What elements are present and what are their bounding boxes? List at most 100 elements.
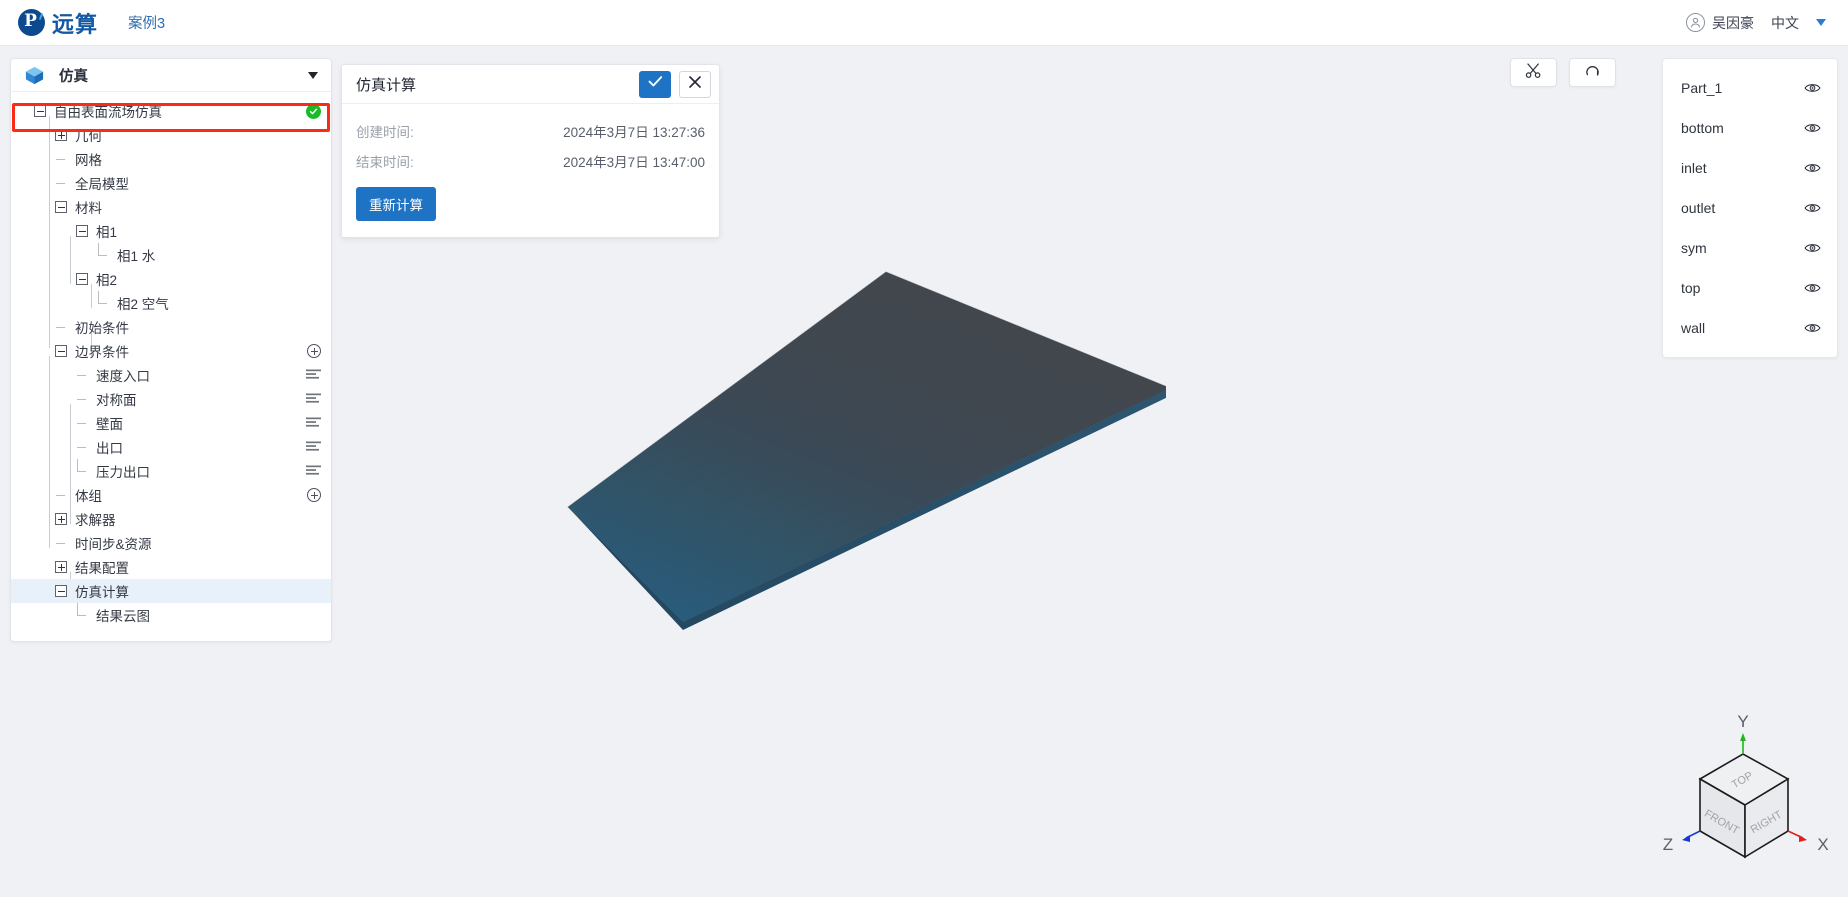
tree-node-phase2[interactable]: 相2: [11, 267, 331, 291]
tree-node-result-contour[interactable]: 结果云图: [11, 603, 331, 627]
tree-node-result-config[interactable]: 结果配置: [11, 555, 331, 579]
boundary-list-button[interactable]: [306, 393, 321, 405]
user-menu[interactable]: 吴因豪: [1686, 13, 1754, 33]
dialog-header-buttons: [639, 70, 711, 98]
tree-node-label: 体组: [75, 489, 102, 504]
language-selector[interactable]: 中文: [1771, 13, 1799, 33]
tree-node-symmetry[interactable]: 对称面: [11, 387, 331, 411]
tree-node-label: 壁面: [96, 417, 123, 432]
tree-node-label: 相1 水: [117, 249, 156, 264]
expand-toggle-icon[interactable]: [55, 513, 67, 525]
eye-icon[interactable]: [1804, 82, 1821, 94]
boundary-list-button[interactable]: [306, 369, 321, 381]
case-name[interactable]: 案例3: [128, 12, 165, 33]
cube-icon: [25, 66, 44, 84]
tree-node-label: 全局模型: [75, 177, 129, 192]
boundary-list-button[interactable]: [306, 417, 321, 429]
tree-node-label: 边界条件: [75, 345, 129, 360]
simulation-model[interactable]: [566, 270, 1166, 635]
recalculate-button[interactable]: 重新计算: [356, 187, 436, 221]
end-time-row: 结束时间: 2024年3月7日 13:47:00: [356, 146, 705, 176]
confirm-button[interactable]: [639, 70, 671, 98]
chevron-down-icon[interactable]: [1816, 19, 1826, 26]
tree-node-simulation-run[interactable]: 仿真计算: [11, 579, 331, 603]
tree-node-volume-group[interactable]: 体组: [11, 483, 331, 507]
expand-toggle-icon[interactable]: [55, 129, 67, 141]
tree-node-outlet[interactable]: 出口: [11, 435, 331, 459]
user-name: 吴因豪: [1712, 14, 1754, 31]
list-lines-icon: [306, 465, 321, 475]
tree-node-label: 速度入口: [96, 369, 150, 384]
collapse-toggle-icon[interactable]: [34, 105, 46, 117]
collapse-toggle-icon[interactable]: [55, 585, 67, 597]
collapse-toggle-icon[interactable]: [55, 201, 67, 213]
simulation-tree-panel: 仿真 自由表面流场仿真 几何 网格 全局模型 材料 相1 相1 水 相2 相2 …: [10, 58, 332, 642]
tree-node-boundary-conditions[interactable]: 边界条件: [11, 339, 331, 363]
list-lines-icon: [306, 441, 321, 451]
tree-node-solver[interactable]: 求解器: [11, 507, 331, 531]
boundary-list-button[interactable]: [306, 465, 321, 477]
tree-connector: [55, 321, 67, 333]
part-row[interactable]: sym: [1663, 228, 1837, 268]
check-icon: [648, 75, 663, 93]
add-boundary-condition-button[interactable]: [307, 344, 321, 358]
collapse-toggle-icon[interactable]: [76, 225, 88, 237]
tree-node-mesh[interactable]: 网格: [11, 147, 331, 171]
add-volume-group-button[interactable]: [307, 488, 321, 502]
boundary-list-button[interactable]: [306, 441, 321, 453]
tree-connector: [97, 243, 109, 261]
eye-icon[interactable]: [1804, 322, 1821, 334]
tree-node-free-surface-sim[interactable]: 自由表面流场仿真: [11, 99, 331, 123]
eye-icon[interactable]: [1804, 282, 1821, 294]
tree-node-pressure-outlet[interactable]: 压力出口: [11, 459, 331, 483]
part-row[interactable]: top: [1663, 268, 1837, 308]
tree-connector: [76, 417, 88, 429]
tree-connector: [55, 177, 67, 189]
part-row[interactable]: wall: [1663, 308, 1837, 348]
tree-node-label: 相1: [96, 225, 118, 240]
tree-node-phase1-water[interactable]: 相1 水: [11, 243, 331, 267]
tree-node-label: 相2 空气: [117, 297, 169, 312]
axis-label-x: X: [1817, 835, 1828, 854]
tree-node-label: 结果云图: [96, 609, 150, 624]
tree-node-material[interactable]: 材料: [11, 195, 331, 219]
tree-node-phase1[interactable]: 相1: [11, 219, 331, 243]
part-name: top: [1681, 280, 1701, 296]
tree-node-wall[interactable]: 壁面: [11, 411, 331, 435]
tree-node-label: 压力出口: [96, 465, 150, 480]
reset-rotate-icon: [1584, 62, 1601, 84]
eye-icon[interactable]: [1804, 122, 1821, 134]
chevron-down-icon[interactable]: [308, 71, 318, 79]
tree-node-phase2-air[interactable]: 相2 空气: [11, 291, 331, 315]
app-header: P 远算 案例3 吴因豪 中文: [0, 0, 1848, 46]
eye-icon[interactable]: [1804, 202, 1821, 214]
close-button[interactable]: [679, 70, 711, 98]
brand-logo[interactable]: P 远算: [18, 7, 98, 39]
close-icon: [688, 75, 702, 94]
part-row[interactable]: bottom: [1663, 108, 1837, 148]
collapse-toggle-icon[interactable]: [55, 345, 67, 357]
orientation-cube[interactable]: TOP FRONT RIGHT Y X Z: [1648, 707, 1838, 883]
tree-node-velocity-inlet[interactable]: 速度入口: [11, 363, 331, 387]
tree-connector: [76, 369, 88, 381]
tree-node-label: 对称面: [96, 393, 137, 408]
tree-node-label: 材料: [75, 201, 102, 216]
part-row[interactable]: Part_1: [1663, 68, 1837, 108]
tree-node-initial-conditions[interactable]: 初始条件: [11, 315, 331, 339]
tree-node-timestep-resources[interactable]: 时间步&资源: [11, 531, 331, 555]
tree-panel-header[interactable]: 仿真: [11, 59, 331, 92]
logo-icon: P: [18, 9, 45, 36]
part-name: Part_1: [1681, 80, 1723, 96]
eye-icon[interactable]: [1804, 242, 1821, 254]
list-lines-icon: [306, 393, 321, 403]
tree-node-geometry[interactable]: 几何: [11, 123, 331, 147]
part-row[interactable]: outlet: [1663, 188, 1837, 228]
collapse-toggle-icon[interactable]: [76, 273, 88, 285]
expand-toggle-icon[interactable]: [55, 561, 67, 573]
eye-icon[interactable]: [1804, 162, 1821, 174]
part-row[interactable]: inlet: [1663, 148, 1837, 188]
tree-node-global-model[interactable]: 全局模型: [11, 171, 331, 195]
tree-panel-title: 仿真: [59, 68, 88, 85]
clip-tool-button[interactable]: [1510, 58, 1557, 87]
reset-view-button[interactable]: [1569, 58, 1616, 87]
